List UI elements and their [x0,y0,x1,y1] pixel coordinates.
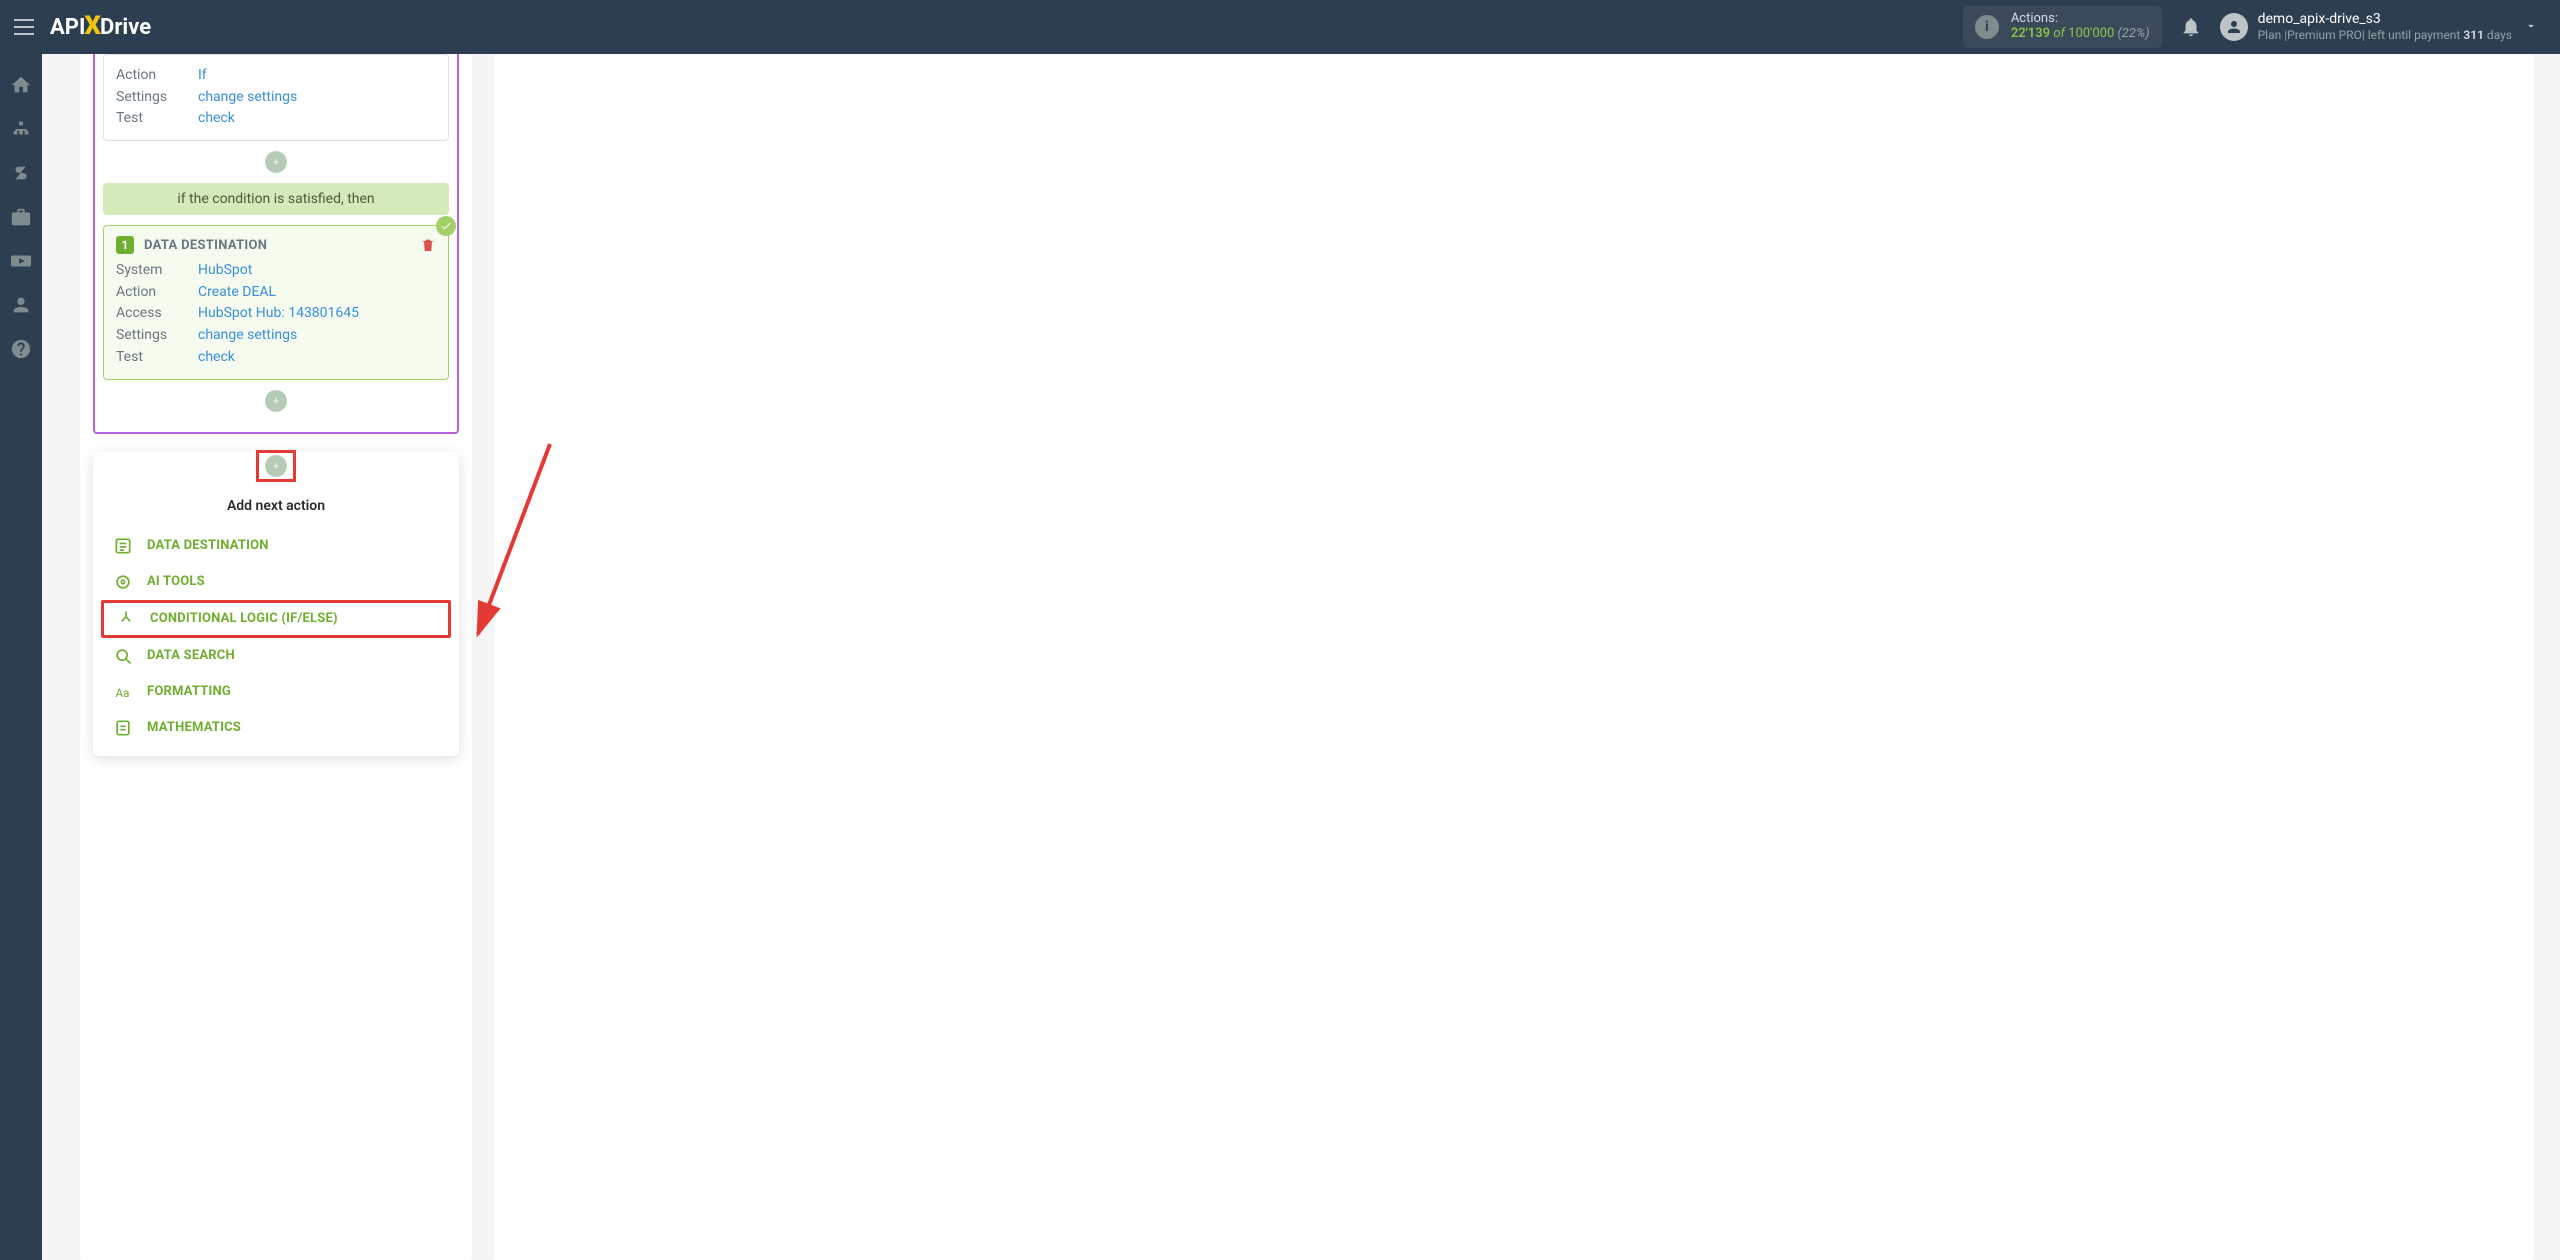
add-next-action-title: Add next action [93,498,459,514]
actions-quota-badge[interactable]: i Actions: 22'139 of 100'000 (22%) [1963,6,2162,48]
action-item-mathematics[interactable]: MATHEMATICS [107,710,445,746]
add-next-action-button[interactable] [265,455,287,477]
action-type-list: DATA DESTINATION AI TOOLS CONDITIONAL LO… [93,528,459,746]
main-area: Action If Settings change settings Test … [42,54,2560,1260]
logo-text-api: API [50,15,85,40]
actions-of: of [2053,26,2065,41]
dest-action-link[interactable]: Create DEAL [198,282,276,304]
annotation-highlight-plus [256,450,296,482]
dollar-icon[interactable] [10,162,32,184]
search-icon [113,646,133,666]
actions-percent: (22%) [2117,26,2149,41]
youtube-icon[interactable] [10,250,32,272]
conditional-container: Action If Settings change settings Test … [93,54,459,434]
actions-used: 22'139 [2011,26,2050,41]
add-step-button-2[interactable] [265,390,287,412]
add-step-button-1[interactable] [265,151,287,173]
if-row-settings: Settings change settings [116,87,436,109]
user-plan: Plan |Premium PRO| left until payment 31… [2258,28,2512,42]
trash-icon[interactable] [420,237,436,253]
destination-title: DATA DESTINATION [144,238,410,253]
sitemap-icon[interactable] [10,118,32,140]
gear-icon [113,572,133,592]
svg-text:Aa: Aa [116,686,130,700]
step-number-badge: 1 [116,236,134,254]
action-item-ai-tools[interactable]: AI TOOLS [107,564,445,600]
dest-system-link[interactable]: HubSpot [198,260,252,282]
info-icon: i [1975,15,1999,39]
workflow-panel: Action If Settings change settings Test … [80,54,472,1260]
help-icon[interactable] [10,338,32,360]
action-item-data-destination[interactable]: DATA DESTINATION [107,528,445,564]
hamburger-icon[interactable] [12,15,36,39]
if-settings-link[interactable]: change settings [198,87,297,109]
action-item-data-search[interactable]: DATA SEARCH [107,638,445,674]
branch-icon [116,609,136,629]
home-icon[interactable] [10,74,32,96]
if-test-link[interactable]: check [198,108,235,130]
dest-settings-link[interactable]: change settings [198,325,297,347]
check-icon [436,216,456,236]
briefcase-icon[interactable] [10,206,32,228]
user-icon[interactable] [10,294,32,316]
content-panel [494,54,2534,1260]
actions-total: 100'000 [2068,26,2114,41]
if-row-action: Action If [116,65,436,87]
logo-text-drive: Drive [100,15,151,40]
text-icon: Aa [113,682,133,702]
condition-satisfied-bar: if the condition is satisfied, then [103,183,449,215]
if-action-link[interactable]: If [198,65,207,87]
logo-text-x: X [84,11,101,41]
if-block: Action If Settings change settings Test … [103,54,449,141]
if-row-test: Test check [116,108,436,130]
actions-label: Actions: [2011,12,2150,27]
avatar-icon [2220,13,2248,41]
list-icon [113,536,133,556]
calculator-icon [113,718,133,738]
user-name: demo_apix-drive_s3 [2258,11,2512,28]
logo[interactable]: API X Drive [50,12,151,42]
add-next-action-panel: Add next action DATA DESTINATION AI TOOL… [93,452,459,756]
destination-block: 1 DATA DESTINATION SystemHubSpot ActionC… [103,225,449,379]
action-item-formatting[interactable]: Aa FORMATTING [107,674,445,710]
sidebar [0,54,42,1260]
action-item-conditional-logic[interactable]: CONDITIONAL LOGIC (IF/ELSE) [101,600,451,638]
user-menu[interactable]: demo_apix-drive_s3 Plan |Premium PRO| le… [2220,11,2548,42]
dest-test-link[interactable]: check [198,347,235,369]
top-header: API X Drive i Actions: 22'139 of 100'000… [0,0,2560,54]
chevron-down-icon [2524,18,2538,37]
bell-icon[interactable] [2180,16,2202,38]
dest-access-link[interactable]: HubSpot Hub: 143801645 [198,303,359,325]
